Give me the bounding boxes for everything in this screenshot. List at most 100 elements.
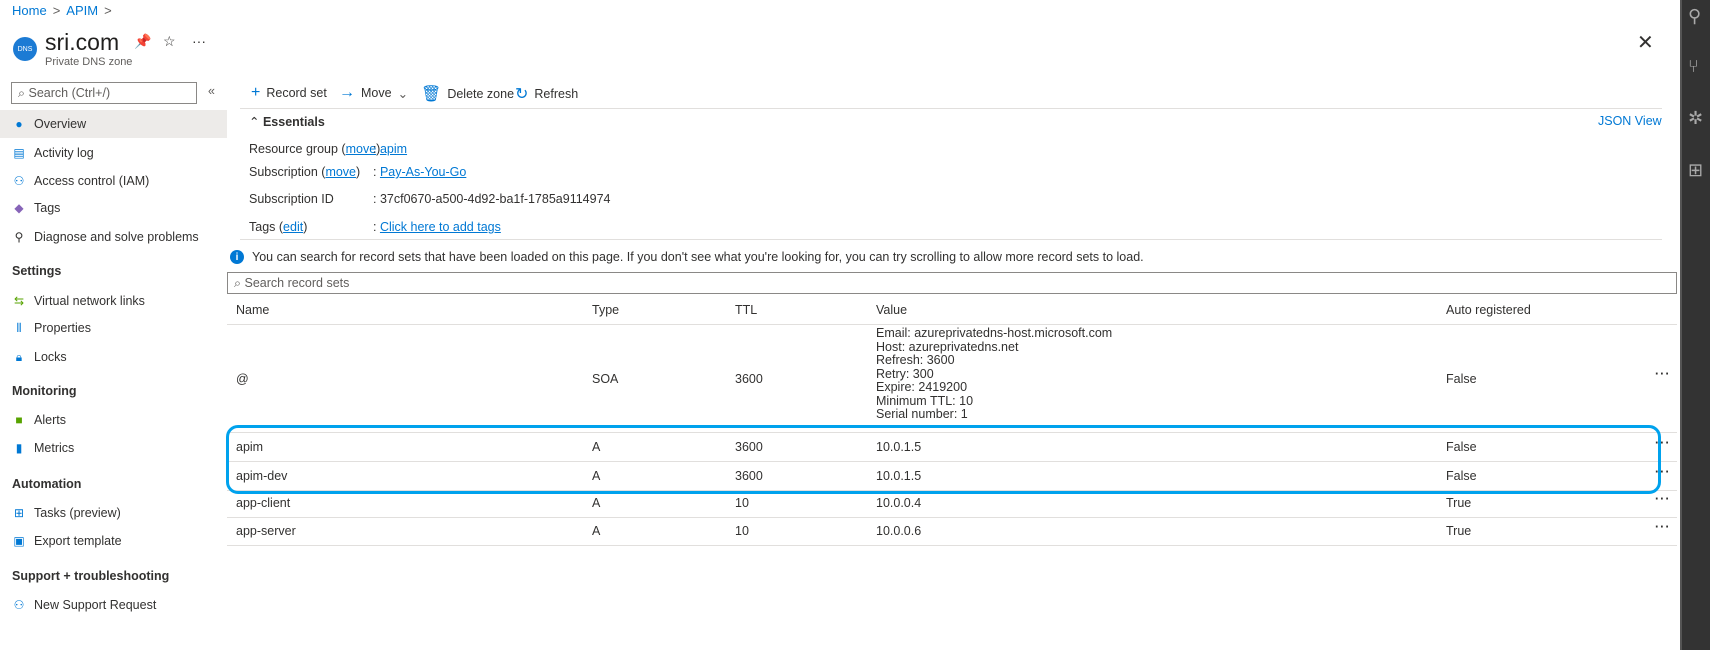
link-icon: ⇆ [13, 294, 25, 308]
column-type[interactable]: Type [592, 303, 619, 317]
page-subtitle: Private DNS zone [45, 56, 133, 68]
sidebar-item-label: Diagnose and solve problems [34, 230, 199, 244]
sidebar-item-label: Activity log [34, 146, 94, 160]
highlight-annotation [226, 425, 1661, 494]
sidebar-item-label: Metrics [34, 441, 75, 455]
divider [240, 239, 1662, 240]
subscription-id: 37cf0670-a500-4d92-ba1f-1785a9114974 [379, 192, 611, 206]
sidebar-item-virtual-network-links[interactable]: ⇆ Virtual network links [0, 287, 227, 315]
pin-icon[interactable]: 📌 [134, 33, 151, 50]
sidebar-item-label: Virtual network links [34, 294, 145, 308]
essentials-toggle[interactable]: ⌃ Essentials [249, 114, 325, 129]
edit-tags-link[interactable]: edit [283, 220, 303, 234]
page-title: sri.com [45, 29, 120, 55]
add-tags-link[interactable]: Click here to add tags [380, 220, 501, 234]
sidebar-item-label: Alerts [34, 413, 66, 427]
column-ttl[interactable]: TTL [735, 303, 757, 317]
record-ttl: 10 [735, 496, 749, 510]
tag-icon: ◆ [14, 201, 24, 215]
sidebar-item-metrics[interactable]: ▮ Metrics [0, 434, 227, 462]
row-more-icon[interactable]: ··· [1655, 520, 1671, 534]
resource-group-value: : apim [373, 142, 408, 156]
column-value[interactable]: Value [876, 303, 907, 317]
record-auto-registered: True [1446, 524, 1472, 538]
record-ttl: 3600 [735, 372, 763, 386]
record-name: app-client [236, 496, 291, 510]
column-name[interactable]: Name [236, 303, 269, 317]
section-automation: Automation [12, 477, 82, 491]
info-icon: i [230, 250, 244, 264]
sidebar-item-tags[interactable]: ◆ Tags [0, 194, 227, 222]
close-icon[interactable]: ✕ [1637, 30, 1654, 55]
sidebar-item-label: Access control (IAM) [34, 174, 150, 188]
record-value: Email: azureprivatedns-host.microsoft.co… [876, 326, 1113, 421]
sidebar-item-label: Tasks (preview) [34, 506, 121, 520]
info-text: You can search for record sets that have… [252, 250, 1144, 264]
move-button[interactable]: → Move ⌄ [339, 84, 408, 102]
resource-group-link[interactable]: apim [380, 142, 407, 156]
activity-log-icon: ▤ [13, 146, 25, 160]
breadcrumb: Home > APIM > [12, 3, 112, 18]
export-icon: ▣ [13, 534, 25, 548]
dns-zone-logo: DNS [13, 37, 37, 61]
record-search-input[interactable]: ⌕ Search record sets [227, 272, 1677, 294]
refresh-button[interactable]: ↻ Refresh [515, 84, 578, 104]
column-auto-registered[interactable]: Auto registered [1446, 303, 1531, 317]
record-type: A [592, 524, 601, 538]
sidebar-item-new-support-request[interactable]: ⚇ New Support Request [0, 591, 227, 619]
sidebar-item-label: Locks [34, 350, 67, 364]
button-label: Record set [266, 86, 327, 100]
lock-icon: 🔒︎ [15, 349, 23, 364]
sidebar-item-iam[interactable]: ⚇ Access control (IAM) [0, 167, 227, 195]
subscription-id-label: Subscription ID [249, 192, 334, 206]
search-placeholder: Search (Ctrl+/) [28, 86, 111, 100]
source-control-icon[interactable]: ⑂ [1688, 56, 1699, 77]
subscription-link[interactable]: Pay-As-You-Go [380, 165, 466, 179]
essentials-title: Essentials [262, 115, 325, 129]
alert-icon: ■ [15, 413, 23, 427]
subscription-id-value: : 37cf0670-a500-4d92-ba1f-1785a9114974 [373, 192, 611, 206]
sidebar-item-export-template[interactable]: ▣ Export template [0, 527, 227, 555]
tasks-icon: ⊞ [13, 506, 25, 520]
sidebar-item-locks[interactable]: 🔒︎ Locks [0, 343, 227, 371]
row-more-icon[interactable]: ··· [1655, 367, 1671, 381]
record-name: @ [236, 372, 249, 386]
record-auto-registered: True [1446, 496, 1472, 510]
more-icon[interactable]: ··· [192, 33, 206, 49]
arrow-right-icon: → [339, 84, 355, 101]
subscription-label: Subscription (move) [249, 165, 361, 179]
info-banner: i You can search for record sets that hav… [230, 250, 1144, 264]
sidebar-item-tasks[interactable]: ⊞ Tasks (preview) [0, 499, 227, 527]
wrench-icon: ⚲ [14, 230, 24, 244]
support-icon: ⚇ [13, 598, 25, 612]
sidebar-item-properties[interactable]: ⦀ Properties [0, 314, 227, 342]
divider [240, 108, 1662, 109]
star-icon[interactable]: ☆ [163, 33, 176, 50]
debug-icon[interactable]: ✲ [1688, 108, 1703, 129]
json-view-link[interactable]: JSON View [1598, 114, 1662, 128]
sidebar-item-diagnose[interactable]: ⚲ Diagnose and solve problems [0, 223, 227, 251]
add-record-set-button[interactable]: + Record set [251, 84, 327, 102]
sidebar-item-activity-log[interactable]: ▤ Activity log [0, 139, 227, 167]
dns-icon: ● [15, 117, 23, 131]
move-resource-group-link[interactable]: move [346, 142, 377, 156]
sidebar-item-overview[interactable]: ● Overview [0, 110, 227, 138]
delete-zone-button[interactable]: 🗑︎ Delete zone [421, 84, 514, 104]
sidebar-search-input[interactable]: ⌕ Search (Ctrl+/) [11, 82, 197, 104]
extensions-icon[interactable]: ⊞ [1688, 160, 1703, 181]
collapse-sidebar-icon[interactable]: « [208, 84, 215, 98]
side-activity-bar: ⚲ ⑂ ✲ ⊞ [1680, 0, 1710, 650]
button-label: Refresh [534, 87, 579, 101]
record-value: 10.0.0.4 [876, 496, 922, 510]
row-more-icon[interactable]: ··· [1655, 492, 1671, 506]
move-subscription-link[interactable]: move [325, 165, 356, 179]
metrics-icon: ▮ [15, 441, 23, 455]
sidebar-item-label: Tags [34, 201, 61, 215]
breadcrumb-home[interactable]: Home [12, 3, 47, 18]
sidebar-item-label: New Support Request [34, 598, 157, 612]
resource-group-label: Resource group (move) [249, 142, 381, 156]
breadcrumb-apim[interactable]: APIM [66, 3, 98, 18]
record-type: A [592, 496, 601, 510]
sidebar-item-alerts[interactable]: ■ Alerts [0, 406, 227, 434]
search-icon[interactable]: ⚲ [1688, 6, 1701, 27]
